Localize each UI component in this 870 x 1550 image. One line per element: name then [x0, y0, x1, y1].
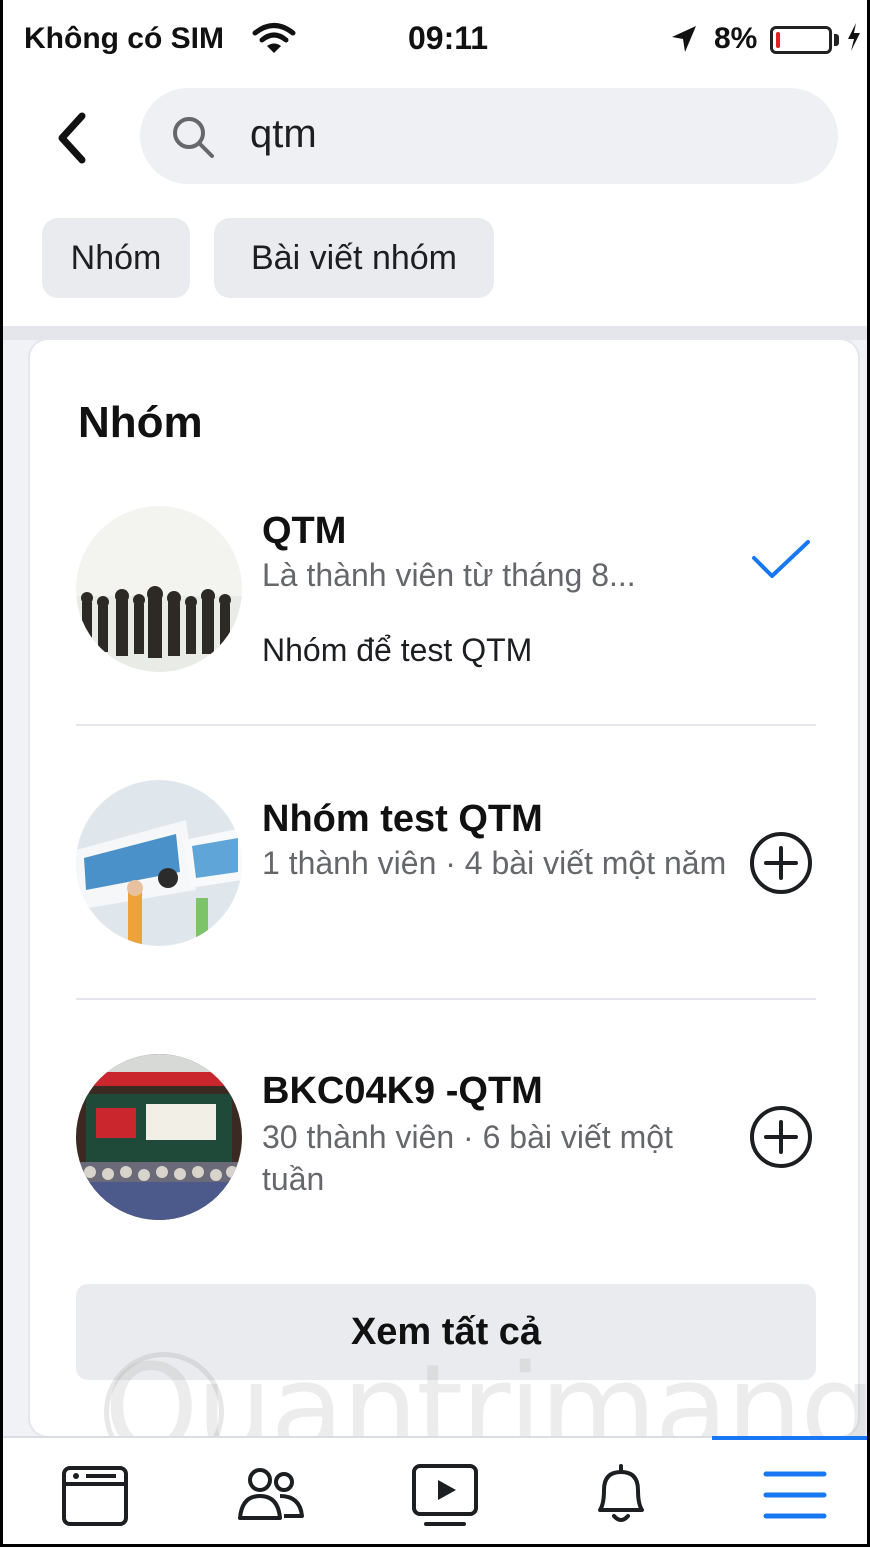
carrier-label: Không có SIM [24, 22, 224, 55]
tab-menu[interactable] [760, 1460, 830, 1530]
group-meta: Là thành viên từ tháng 8... [262, 557, 636, 593]
battery-icon [770, 26, 832, 54]
search-input[interactable]: qtm [250, 112, 317, 157]
group-avatar[interactable] [76, 1054, 242, 1220]
watch-icon [412, 1464, 478, 1526]
add-circle-icon [750, 1106, 812, 1168]
filter-chip-groups[interactable]: Nhóm [42, 218, 190, 298]
search-bar[interactable]: qtm [140, 88, 838, 184]
charging-bolt-icon [846, 22, 862, 59]
filter-chip-group-posts[interactable]: Bài viết nhóm [214, 218, 494, 298]
divider [76, 998, 816, 1000]
join-group-button[interactable] [748, 830, 814, 896]
add-circle-icon [750, 832, 812, 894]
tab-notifications[interactable] [586, 1460, 656, 1530]
chevron-left-icon [58, 112, 86, 164]
divider [76, 724, 816, 726]
tab-news-feed[interactable] [60, 1460, 130, 1530]
group-meta: 30 thành viên · 6 bài viết một tuần [262, 1119, 673, 1197]
group-description: Nhóm để test QTM [262, 632, 533, 668]
battery-percent: 8% [714, 22, 758, 55]
section-separator [0, 326, 870, 340]
group-name[interactable]: BKC04K9 -QTM [262, 1070, 543, 1113]
section-title: Nhóm [78, 398, 203, 447]
group-avatar[interactable] [76, 780, 242, 946]
bell-icon [598, 1464, 644, 1522]
back-button[interactable] [48, 108, 98, 168]
location-arrow-icon [670, 24, 698, 59]
news-feed-icon [62, 1466, 128, 1526]
checkmark-icon [752, 540, 810, 578]
search-icon [170, 114, 216, 165]
tab-friends[interactable] [236, 1460, 306, 1530]
group-meta: 1 thành viên · 4 bài viết một năm [262, 845, 727, 881]
battery-nub [834, 34, 839, 46]
tab-watch[interactable] [410, 1460, 480, 1530]
clock: 09:11 [408, 20, 489, 56]
battery-level [776, 32, 780, 48]
group-name[interactable]: Nhóm test QTM [262, 798, 543, 841]
wifi-icon [252, 22, 296, 61]
group-name[interactable]: QTM [262, 510, 346, 553]
active-tab-indicator [712, 1436, 870, 1440]
join-group-button[interactable] [748, 1104, 814, 1170]
menu-icon [763, 1471, 827, 1519]
group-avatar[interactable] [76, 506, 242, 672]
friends-icon [238, 1468, 304, 1520]
status-bar: Không có SIM 09:11 8% [0, 0, 870, 80]
joined-button[interactable] [748, 528, 814, 594]
